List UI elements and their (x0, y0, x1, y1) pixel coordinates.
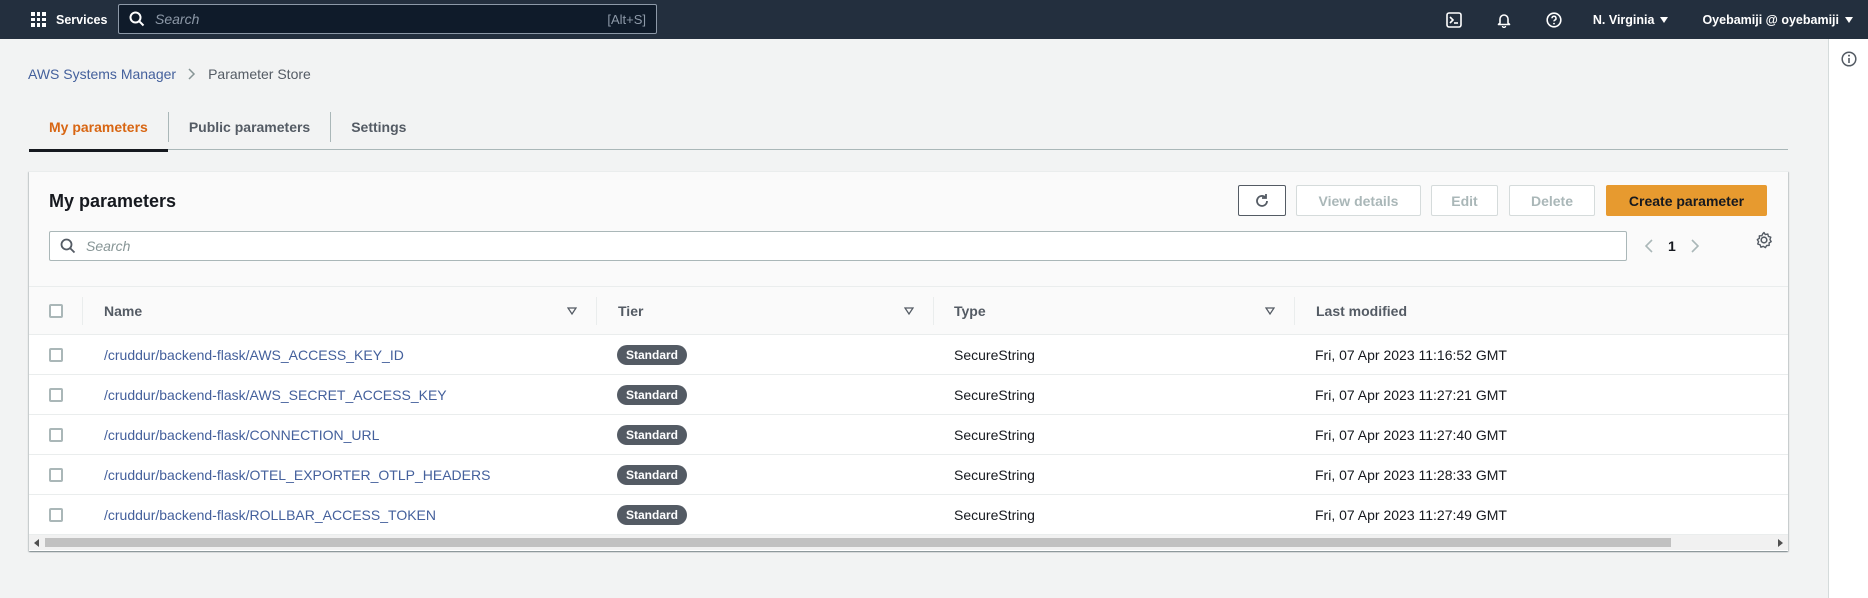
search-icon (129, 11, 145, 27)
table-header-row: Name Tier Type Last modified (29, 286, 1788, 335)
caret-down-icon (1845, 16, 1853, 23)
services-grid-icon (31, 12, 46, 27)
scroll-right-arrow-icon[interactable] (1778, 539, 1783, 547)
page-number-button[interactable]: 1 (1668, 238, 1676, 254)
refresh-icon (1256, 193, 1268, 207)
refresh-button[interactable] (1238, 185, 1286, 216)
nav-right-group: N. Virginia Oyebamiji @ oyebamiji (1429, 0, 1868, 39)
scrollbar-thumb[interactable] (45, 538, 1671, 547)
sort-icon[interactable] (567, 306, 577, 316)
sort-icon[interactable] (904, 306, 914, 316)
chevron-right-icon (188, 68, 196, 80)
row-checkbox[interactable] (49, 428, 63, 442)
region-selector[interactable]: N. Virginia (1593, 13, 1669, 27)
select-all-checkbox[interactable] (49, 304, 63, 318)
breadcrumb-current: Parameter Store (208, 66, 311, 82)
parameter-name-link[interactable]: /cruddur/backend-flask/OTEL_EXPORTER_OTL… (104, 467, 490, 483)
tier-badge: Standard (617, 465, 688, 485)
type-cell: SecureString (954, 467, 1035, 483)
parameter-name-link[interactable]: /cruddur/backend-flask/ROLLBAR_ACCESS_TO… (104, 507, 436, 523)
horizontal-scrollbar[interactable] (29, 535, 1788, 550)
view-details-button[interactable]: View details (1296, 185, 1421, 216)
preferences-gear-icon[interactable] (1755, 231, 1773, 249)
help-icon[interactable] (1545, 11, 1563, 29)
table-row[interactable]: /cruddur/backend-flask/AWS_ACCESS_KEY_ID… (29, 335, 1788, 375)
top-navigation-bar: Services [Alt+S] N. Virginia Oyebamiji @… (0, 0, 1868, 39)
parameter-name-link[interactable]: /cruddur/backend-flask/CONNECTION_URL (104, 427, 379, 443)
parameter-name-link[interactable]: /cruddur/backend-flask/AWS_ACCESS_KEY_ID (104, 347, 404, 363)
info-icon[interactable] (1841, 51, 1857, 67)
column-header-name[interactable]: Name (104, 287, 142, 335)
table-row[interactable]: /cruddur/backend-flask/CONNECTION_URL St… (29, 415, 1788, 455)
type-cell: SecureString (954, 507, 1035, 523)
type-cell: SecureString (954, 387, 1035, 403)
last-modified-cell: Fri, 07 Apr 2023 11:16:52 GMT (1315, 347, 1507, 363)
tier-badge: Standard (617, 425, 688, 445)
edit-button[interactable]: Edit (1431, 185, 1498, 216)
breadcrumb: AWS Systems Manager Parameter Store (28, 66, 311, 82)
search-icon (60, 238, 76, 254)
last-modified-cell: Fri, 07 Apr 2023 11:27:40 GMT (1315, 427, 1507, 443)
pagination: 1 (1644, 231, 1700, 261)
column-divider (596, 297, 597, 325)
table-row[interactable]: /cruddur/backend-flask/AWS_SECRET_ACCESS… (29, 375, 1788, 415)
last-modified-cell: Fri, 07 Apr 2023 11:27:49 GMT (1315, 507, 1507, 523)
services-menu-button[interactable]: Services (31, 12, 107, 27)
table-row[interactable]: /cruddur/backend-flask/ROLLBAR_ACCESS_TO… (29, 495, 1788, 535)
parameter-tabs: My parameters Public parameters Settings (29, 104, 1788, 152)
account-label: Oyebamiji @ oyebamiji (1702, 12, 1839, 27)
row-checkbox[interactable] (49, 388, 63, 402)
notifications-bell-icon[interactable] (1495, 11, 1513, 29)
parameters-search-box[interactable] (49, 231, 1627, 261)
tools-panel-strip (1828, 39, 1868, 598)
row-checkbox[interactable] (49, 508, 63, 522)
panel-title: My parameters (49, 191, 177, 211)
column-header-tier[interactable]: Tier (618, 287, 643, 335)
tab-my-parameters[interactable]: My parameters (29, 104, 168, 152)
last-modified-cell: Fri, 07 Apr 2023 11:27:21 GMT (1315, 387, 1507, 403)
type-cell: SecureString (954, 347, 1035, 363)
cloudshell-icon[interactable] (1445, 11, 1463, 29)
tab-settings[interactable]: Settings (331, 104, 426, 150)
account-menu[interactable]: Oyebamiji @ oyebamiji (1702, 13, 1853, 27)
scroll-left-arrow-icon[interactable] (34, 539, 39, 547)
column-header-type[interactable]: Type (954, 287, 986, 335)
column-divider (1294, 297, 1295, 325)
global-search-box[interactable]: [Alt+S] (118, 4, 657, 34)
global-search-input[interactable] (155, 11, 575, 27)
column-divider (82, 297, 83, 325)
create-parameter-button[interactable]: Create parameter (1606, 185, 1767, 216)
services-label: Services (56, 12, 108, 27)
previous-page-icon[interactable] (1644, 239, 1654, 253)
caret-down-icon (1660, 16, 1669, 23)
column-header-last-modified[interactable]: Last modified (1316, 287, 1407, 335)
breadcrumb-systems-manager-link[interactable]: AWS Systems Manager (28, 66, 176, 82)
search-shortcut-hint: [Alt+S] (607, 11, 646, 27)
tier-badge: Standard (617, 345, 688, 365)
row-checkbox[interactable] (49, 348, 63, 362)
tier-badge: Standard (617, 385, 688, 405)
parameters-table-container: My parameters View details Edit Delete C… (29, 171, 1788, 551)
column-divider (933, 297, 934, 325)
container-header: My parameters View details Edit Delete C… (29, 172, 1788, 286)
tab-public-parameters[interactable]: Public parameters (169, 104, 330, 150)
parameters-search-input[interactable] (86, 238, 1586, 254)
next-page-icon[interactable] (1690, 239, 1700, 253)
tier-badge: Standard (617, 505, 688, 525)
parameter-name-link[interactable]: /cruddur/backend-flask/AWS_SECRET_ACCESS… (104, 387, 447, 403)
row-checkbox[interactable] (49, 468, 63, 482)
region-label: N. Virginia (1592, 12, 1655, 27)
sort-icon[interactable] (1265, 306, 1275, 316)
delete-button[interactable]: Delete (1509, 185, 1595, 216)
table-row[interactable]: /cruddur/backend-flask/OTEL_EXPORTER_OTL… (29, 455, 1788, 495)
type-cell: SecureString (954, 427, 1035, 443)
last-modified-cell: Fri, 07 Apr 2023 11:28:33 GMT (1315, 467, 1507, 483)
